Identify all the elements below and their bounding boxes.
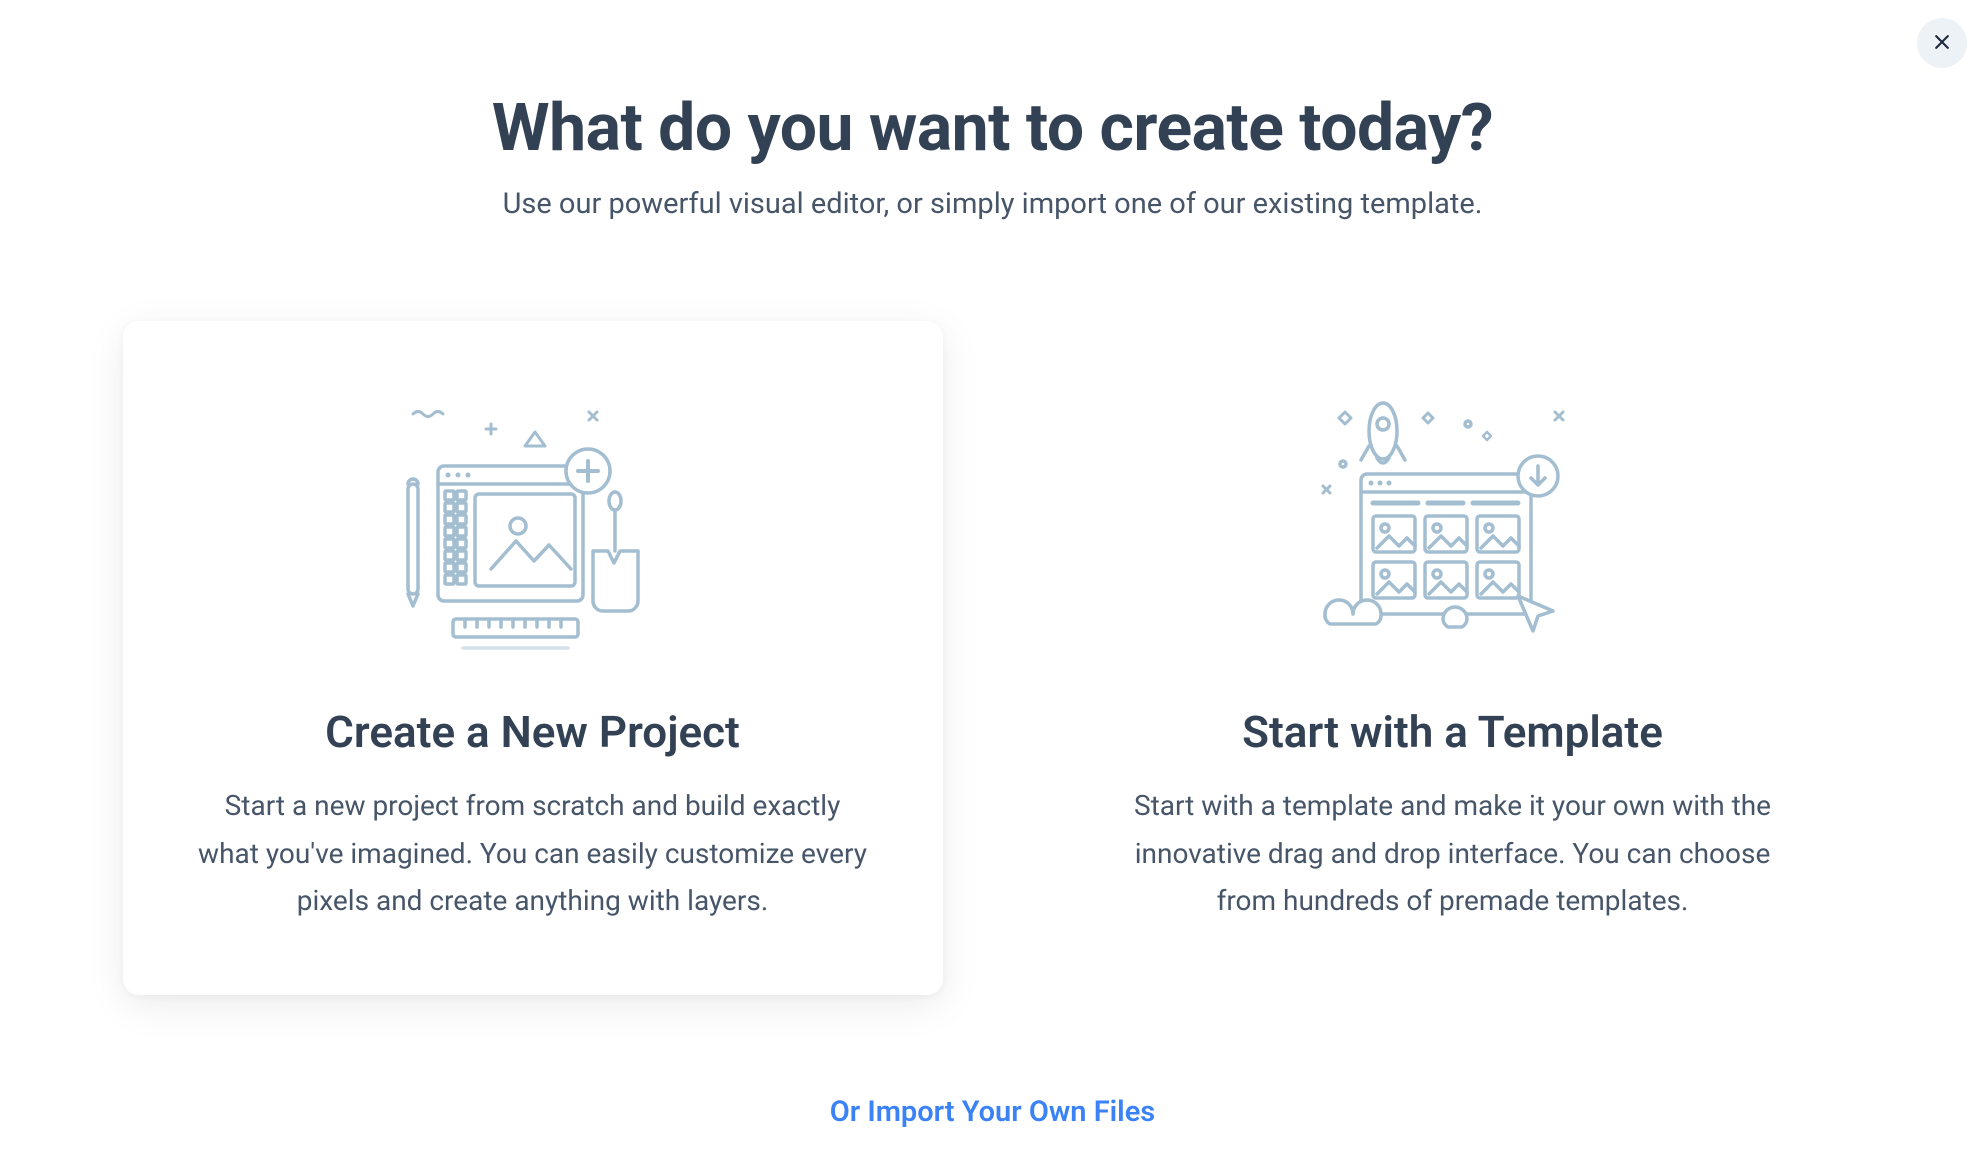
template-illustration (1303, 376, 1603, 676)
template-card[interactable]: Start with a Template Start with a templ… (1043, 321, 1863, 995)
option-cards: Create a New Project Start a new project… (53, 321, 1933, 995)
template-description: Start with a template and make it your o… (1113, 782, 1793, 925)
modal-container: What do you want to create today? Use ou… (53, 0, 1933, 1129)
new-project-description: Start a new project from scratch and bui… (193, 782, 873, 925)
new-project-illustration (383, 376, 683, 676)
page-title: What do you want to create today? (53, 90, 1933, 167)
import-files-link[interactable]: Or Import Your Own Files (53, 1095, 1933, 1129)
new-project-title: Create a New Project (193, 706, 873, 758)
close-icon (1932, 32, 1952, 55)
close-button[interactable] (1917, 18, 1967, 68)
template-title: Start with a Template (1113, 706, 1793, 758)
new-project-card[interactable]: Create a New Project Start a new project… (123, 321, 943, 995)
page-subtitle: Use our powerful visual editor, or simpl… (53, 187, 1933, 221)
